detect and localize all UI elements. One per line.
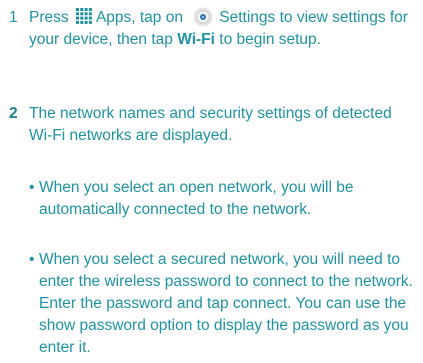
bullet-open-network: • When you select an open network, you w… — [29, 177, 419, 223]
bullet-dot: • — [29, 251, 35, 268]
step-1-number: 1 — [9, 9, 18, 26]
step-2-number: 2 — [9, 105, 18, 122]
step-1-press: Press — [29, 9, 69, 26]
bullet-secured-network: • When you select a secured network, you… — [29, 249, 419, 361]
instructions-page: 1 Press Apps, tap on Settings to view se… — [0, 0, 423, 363]
step-1-apps-text: Apps, tap on — [95, 9, 183, 26]
bullet-open-network-text: When you select an open network, you wil… — [39, 179, 354, 218]
step-1-text: Press Apps, tap on Settings to view sett… — [29, 7, 417, 51]
step-1: 1 Press Apps, tap on Settings to view se… — [0, 7, 423, 77]
step-2: 2 The network names and security setting… — [0, 103, 423, 149]
step-1-end-text: to begin setup. — [219, 31, 321, 48]
step-2-text: The network names and security settings … — [29, 105, 392, 144]
bullet-dot: • — [29, 179, 35, 196]
bullet-secured-network-text: When you select a secured network, you w… — [39, 251, 413, 356]
settings-gear-icon — [193, 7, 213, 27]
apps-grid-icon — [75, 8, 92, 24]
wifi-term: Wi-Fi — [177, 31, 215, 48]
